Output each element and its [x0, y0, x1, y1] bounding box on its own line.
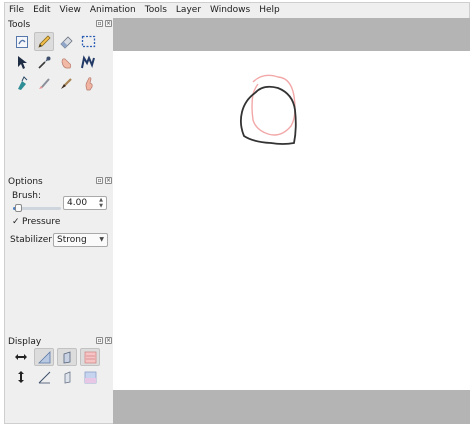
tools-grid: [12, 32, 102, 95]
close-panel-button[interactable]: ×: [105, 20, 112, 27]
canvas-strokes: [239, 74, 297, 145]
smudge-icon: [85, 77, 93, 91]
overlay-icon: [37, 350, 50, 363]
menu-view[interactable]: View: [56, 3, 86, 18]
float-panel-button[interactable]: ▫: [96, 177, 103, 184]
brush-size-spinbox[interactable]: 4.00 ▲ ▼: [63, 196, 107, 210]
ink-icon: [60, 78, 72, 89]
app-window: File Edit View Animation Tools Layer Win…: [4, 2, 470, 424]
eraser-tool[interactable]: [56, 32, 76, 51]
eyedropper-tool[interactable]: [34, 53, 54, 72]
hand-tool[interactable]: [56, 53, 76, 72]
smudge-tool[interactable]: [78, 74, 98, 93]
brush-size-label: Brush:: [12, 191, 42, 201]
thin-lines-button[interactable]: [34, 368, 54, 386]
menu-file[interactable]: File: [5, 3, 29, 18]
options-panel-buttons: ▫ ×: [96, 177, 112, 184]
display-panel-buttons: ▫ ×: [96, 337, 112, 344]
menu-windows[interactable]: Windows: [206, 3, 255, 18]
select-layer-tool[interactable]: [12, 32, 32, 51]
eraser-icon: [59, 36, 73, 49]
brush-tool[interactable]: [34, 74, 54, 93]
overlay-button[interactable]: [34, 348, 54, 366]
show-all-layers-button[interactable]: [57, 368, 77, 386]
spin-arrows-icon[interactable]: ▲ ▼: [97, 197, 105, 209]
layers-icon: [64, 370, 70, 383]
float-panel-button[interactable]: ▫: [96, 20, 103, 27]
onion-next-icon: [84, 371, 96, 383]
float-panel-button[interactable]: ▫: [96, 337, 103, 344]
thin-lines-icon: [38, 371, 50, 383]
pointer-tool[interactable]: [12, 53, 32, 72]
hand-icon: [61, 58, 71, 69]
canvas-viewport[interactable]: [113, 18, 470, 424]
menu-animation[interactable]: Animation: [86, 3, 141, 18]
menu-help[interactable]: Help: [255, 3, 285, 18]
pointer-icon: [18, 56, 27, 69]
brush-size-value: 4.00: [67, 198, 88, 208]
outlines-button[interactable]: [57, 348, 77, 366]
display-panel-title: Display ▫ ×: [8, 336, 112, 348]
current-frame-stroke: [239, 85, 297, 145]
pencil-icon: [37, 35, 51, 48]
pressure-checkbox[interactable]: ✓: [12, 218, 21, 227]
menu-tools[interactable]: Tools: [141, 3, 172, 18]
close-panel-button[interactable]: ×: [105, 337, 112, 344]
brush-icon: [38, 78, 50, 89]
tools-panel-label: Tools: [8, 20, 31, 30]
stabilizer-value: Strong: [57, 235, 87, 245]
outlines-icon: [63, 350, 70, 363]
onion-prev-icon: [84, 351, 96, 363]
brush-size-slider[interactable]: [13, 204, 61, 212]
horizontal-flip-button[interactable]: [11, 348, 31, 366]
vertical-flip-button[interactable]: [11, 368, 31, 386]
onion-prev-button[interactable]: [80, 348, 100, 366]
onion-skin-stroke: [251, 74, 296, 136]
menu-layer[interactable]: Layer: [172, 3, 206, 18]
ink-tool[interactable]: [56, 74, 76, 93]
menu-edit[interactable]: Edit: [29, 3, 55, 18]
horizontal-flip-icon: [15, 354, 27, 360]
tools-panel-buttons: ▫ ×: [96, 20, 112, 27]
menu-bar: File Edit View Animation Tools Layer Win…: [5, 3, 469, 18]
bucket-tool[interactable]: [12, 74, 32, 93]
stabilizer-label: Stabilizer: [10, 235, 52, 245]
bucket-icon: [17, 76, 27, 90]
chevron-down-icon: ▼: [99, 236, 104, 243]
options-panel-label: Options: [8, 177, 43, 187]
pen-icon: [80, 55, 95, 69]
pencil-tool[interactable]: [34, 32, 54, 51]
rect-select-tool[interactable]: [78, 32, 98, 51]
close-panel-button[interactable]: ×: [105, 177, 112, 184]
select-layer-icon: [16, 35, 28, 48]
display-panel-label: Display: [8, 337, 42, 347]
onion-next-button[interactable]: [80, 368, 100, 386]
stabilizer-dropdown[interactable]: Strong ▼: [53, 233, 108, 247]
display-buttons-grid: [11, 348, 111, 388]
vertical-flip-icon: [18, 371, 24, 383]
brush-slider-handle[interactable]: [14, 204, 22, 212]
pen-tool[interactable]: [78, 53, 98, 72]
options-panel-title: Options ▫ ×: [8, 176, 112, 188]
rect-select-icon: [81, 35, 95, 48]
pressure-label: Pressure: [22, 217, 61, 227]
eyedropper-icon: [37, 56, 50, 69]
tools-panel-title: Tools ▫ ×: [8, 19, 112, 31]
